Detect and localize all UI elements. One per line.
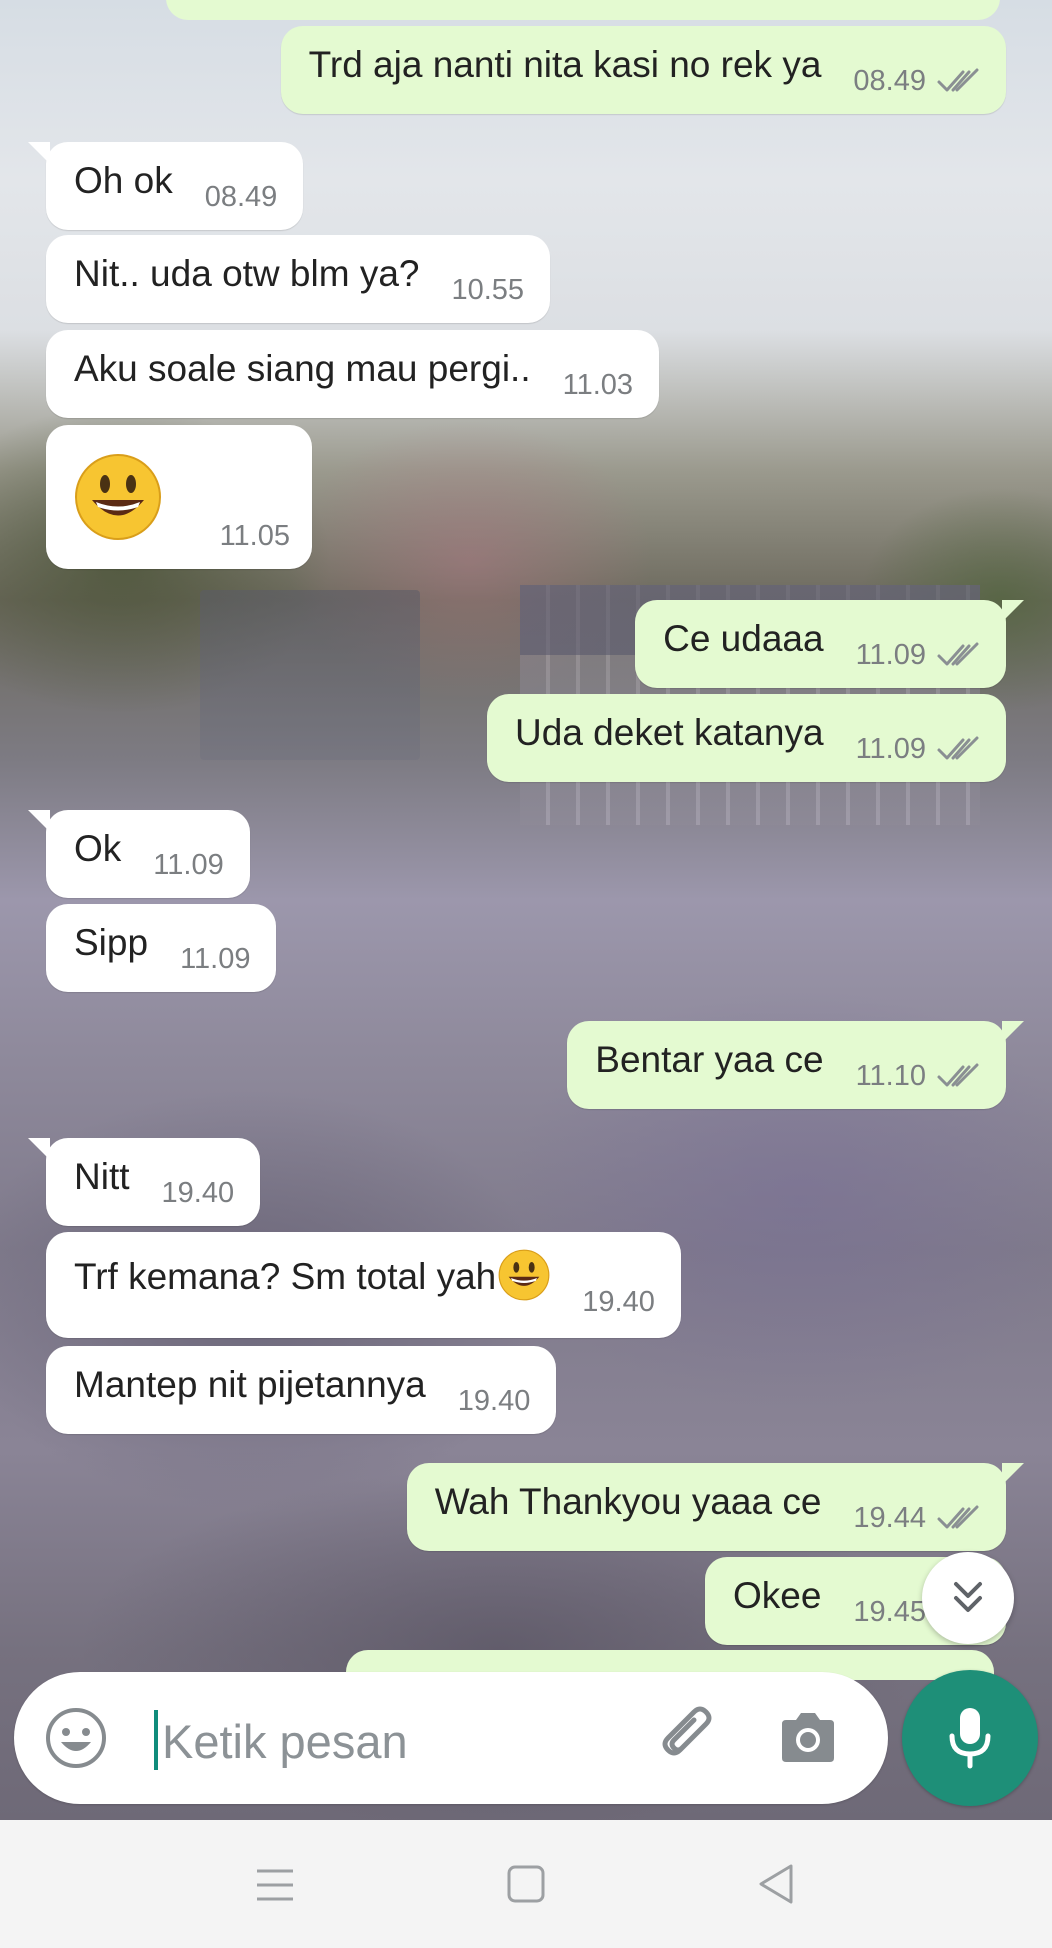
message-time: 19.40 [457,1384,531,1417]
message-bubble-incoming-emoji[interactable]: 11.05 [46,425,312,569]
message-bubble-outgoing[interactable]: Ce udaaa 11.09 [635,600,1024,688]
message-input[interactable]: Ketik pesan [162,1714,408,1769]
message-text: Sipp [74,921,149,963]
double-check-icon [937,1063,979,1087]
message-text: Trd aja nanti nita kasi no rek ya [308,43,822,85]
message-time: 11.09 [153,848,224,881]
message-text: Nitt [74,1155,130,1197]
message-time: 08.49 [853,64,926,97]
message-bubble-incoming[interactable]: Trf kemana? Sm total yah 19.40 [46,1232,681,1338]
hamburger-icon[interactable] [254,1866,296,1904]
partial-message-bubble [166,0,1000,20]
message-bubble-outgoing[interactable]: Bentar yaa ce 11.10 [567,1021,1024,1109]
grinning-face-emoji-icon [75,454,161,540]
message-text: Wah Thankyou yaaa ce [434,1480,822,1522]
system-navigation-bar [0,1820,1052,1948]
text-cursor [154,1710,158,1770]
double-check-icon [937,68,979,92]
message-bubble-incoming[interactable]: Nit.. uda otw blm ya? 10.55 [46,235,551,323]
microphone-icon [949,1708,991,1769]
message-bubble-incoming[interactable]: Sipp 11.09 [46,904,277,992]
double-check-icon [937,642,979,666]
message-time: 19.40 [582,1285,655,1318]
message-time: 19.45 [853,1595,926,1628]
grinning-face-emoji-icon [498,1249,550,1301]
message-bubble-outgoing[interactable]: Trd aja nanti nita kasi no rek ya 08.49 [280,26,1006,114]
message-composer[interactable]: Ketik pesan [14,1672,888,1804]
camera-icon[interactable] [776,1708,840,1768]
message-bubble-outgoing[interactable]: Wah Thankyou yaaa ce 19.44 [406,1463,1025,1551]
message-bubble-outgoing[interactable]: Uda deket katanya 11.09 [487,694,1006,782]
message-text: Aku soale siang mau pergi.. [74,347,531,389]
square-home-icon[interactable] [506,1864,546,1904]
message-text: Trf kemana? Sm total yah [74,1255,497,1297]
message-text: Mantep nit pijetannya [74,1363,426,1405]
message-text: Oh ok [74,159,173,201]
message-text: Okee [732,1574,822,1616]
message-bubble-incoming[interactable]: Ok 11.09 [28,810,250,898]
message-bubble-incoming[interactable]: Mantep nit pijetannya 19.40 [46,1346,557,1434]
message-text: Nit.. uda otw blm ya? [74,252,420,294]
message-text: Ce udaaa [663,617,824,659]
voice-message-button[interactable] [902,1670,1038,1806]
double-check-icon [937,1505,979,1529]
message-time: 11.09 [180,942,251,975]
message-time: 10.55 [451,273,525,306]
message-bubble-incoming[interactable]: Nitt 19.40 [27,1138,261,1226]
message-bubble-incoming[interactable]: Oh ok 08.49 [27,142,304,230]
scroll-to-bottom-button[interactable] [922,1552,1014,1644]
double-chevron-down-icon [954,1582,982,1612]
message-time: 11.09 [855,638,926,671]
double-check-icon [937,736,979,760]
paperclip-icon[interactable] [654,1704,724,1774]
message-text: Uda deket katanya [515,711,824,753]
message-list[interactable]: Trd aja nanti nita kasi no rek ya 08.49 … [0,0,1052,1680]
message-time: 08.49 [204,180,278,213]
triangle-back-icon[interactable] [756,1862,796,1906]
message-time: 11.05 [219,520,290,552]
message-time: 11.03 [562,368,634,401]
message-text: Ok [74,827,122,869]
message-bubble-incoming[interactable]: Aku soale siang mau pergi.. 11.03 [46,330,660,418]
emoji-face-icon[interactable] [44,1706,108,1770]
message-time: 11.10 [855,1059,926,1092]
message-text: Bentar yaa ce [595,1038,824,1080]
message-time: 19.40 [161,1176,235,1209]
message-time: 11.09 [855,732,926,765]
message-time: 19.44 [853,1501,926,1534]
